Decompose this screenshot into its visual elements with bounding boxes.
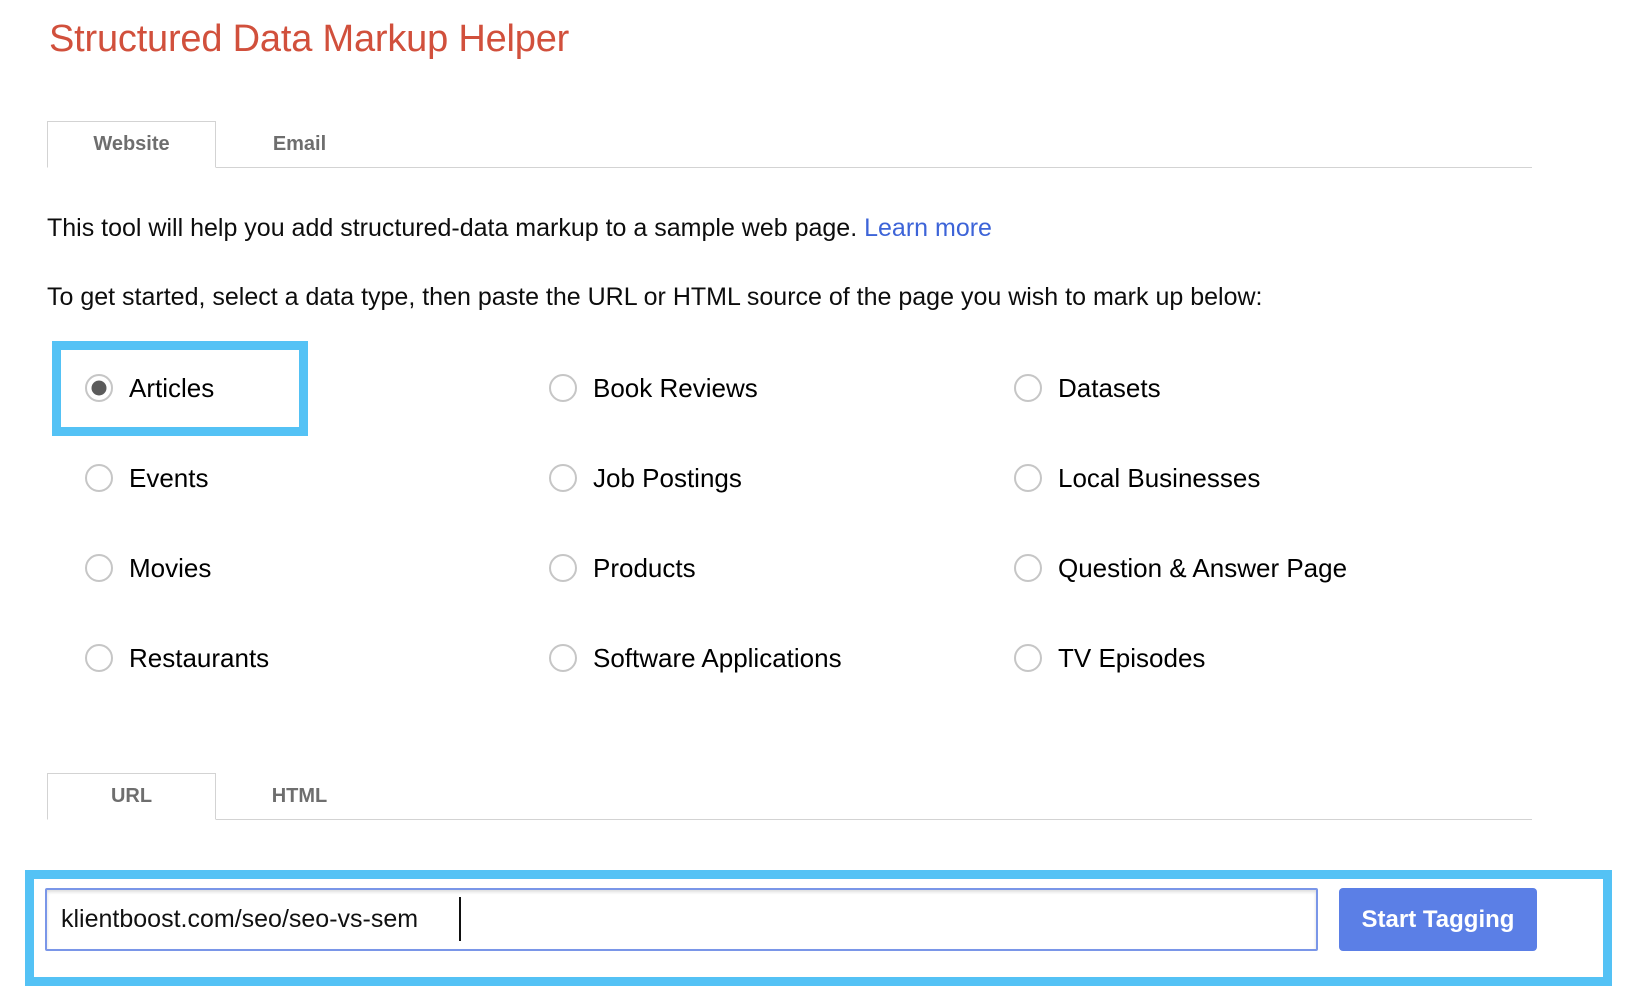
radio-icon-restaurants[interactable] (85, 644, 113, 672)
url-input[interactable] (45, 888, 1318, 951)
radio-option-datasets[interactable]: Datasets (1014, 368, 1161, 408)
source-tabstrip: URL HTML (47, 770, 1532, 820)
text-cursor (459, 897, 461, 941)
radio-icon-book-reviews[interactable] (549, 374, 577, 402)
radio-label-events: Events (129, 463, 209, 493)
radio-label-tv-episodes: TV Episodes (1058, 643, 1206, 673)
radio-icon-events[interactable] (85, 464, 113, 492)
radio-label-datasets: Datasets (1058, 373, 1161, 403)
radio-icon-local-businesses[interactable] (1014, 464, 1042, 492)
tab-email[interactable]: Email (216, 121, 383, 168)
radio-label-question-answer-page: Question & Answer Page (1058, 553, 1348, 583)
data-type-radio-group: Articles Events Movies Restaurants Book … (0, 340, 1632, 700)
radio-option-movies[interactable]: Movies (85, 548, 211, 588)
radio-option-tv-episodes[interactable]: TV Episodes (1014, 638, 1205, 678)
radio-icon-articles[interactable] (85, 374, 113, 402)
start-tagging-button[interactable]: Start Tagging (1339, 888, 1537, 951)
radio-label-articles: Articles (129, 373, 215, 403)
url-form: Start Tagging (45, 888, 1585, 968)
tab-website[interactable]: Website (47, 121, 216, 168)
radio-icon-software-applications[interactable] (549, 644, 577, 672)
radio-label-restaurants: Restaurants (129, 643, 270, 673)
page-title: Structured Data Markup Helper (49, 18, 570, 60)
radio-icon-tv-episodes[interactable] (1014, 644, 1042, 672)
radio-option-software-applications[interactable]: Software Applications (549, 638, 842, 678)
radio-option-job-postings[interactable]: Job Postings (549, 458, 742, 498)
radio-icon-movies[interactable] (85, 554, 113, 582)
intro-text-1: This tool will help you add structured-d… (47, 214, 865, 242)
radio-label-movies: Movies (129, 553, 212, 583)
radio-label-job-postings: Job Postings (593, 463, 742, 493)
radio-option-events[interactable]: Events (85, 458, 209, 498)
radio-label-products: Products (593, 553, 696, 583)
radio-label-local-businesses: Local Businesses (1058, 463, 1261, 493)
radio-option-local-businesses[interactable]: Local Businesses (1014, 458, 1260, 498)
radio-icon-products[interactable] (549, 554, 577, 582)
radio-label-book-reviews: Book Reviews (593, 373, 758, 403)
radio-option-restaurants[interactable]: Restaurants (85, 638, 269, 678)
radio-label-software-applications: Software Applications (593, 643, 842, 673)
radio-option-articles[interactable]: Articles (85, 368, 214, 408)
learn-more-link[interactable]: Learn more (864, 214, 992, 242)
radio-option-book-reviews[interactable]: Book Reviews (549, 368, 758, 408)
radio-icon-job-postings[interactable] (549, 464, 577, 492)
tab-url[interactable]: URL (47, 773, 216, 820)
radio-icon-question-answer-page[interactable] (1014, 554, 1042, 582)
radio-option-products[interactable]: Products (549, 548, 696, 588)
tab-html[interactable]: HTML (216, 773, 383, 820)
radio-icon-datasets[interactable] (1014, 374, 1042, 402)
main-tabstrip: Website Email (47, 120, 1532, 168)
intro-paragraph-2: To get started, select a data type, then… (47, 283, 1263, 311)
radio-option-question-answer-page[interactable]: Question & Answer Page (1014, 548, 1347, 588)
intro-paragraph-1: This tool will help you add structured-d… (47, 213, 992, 243)
